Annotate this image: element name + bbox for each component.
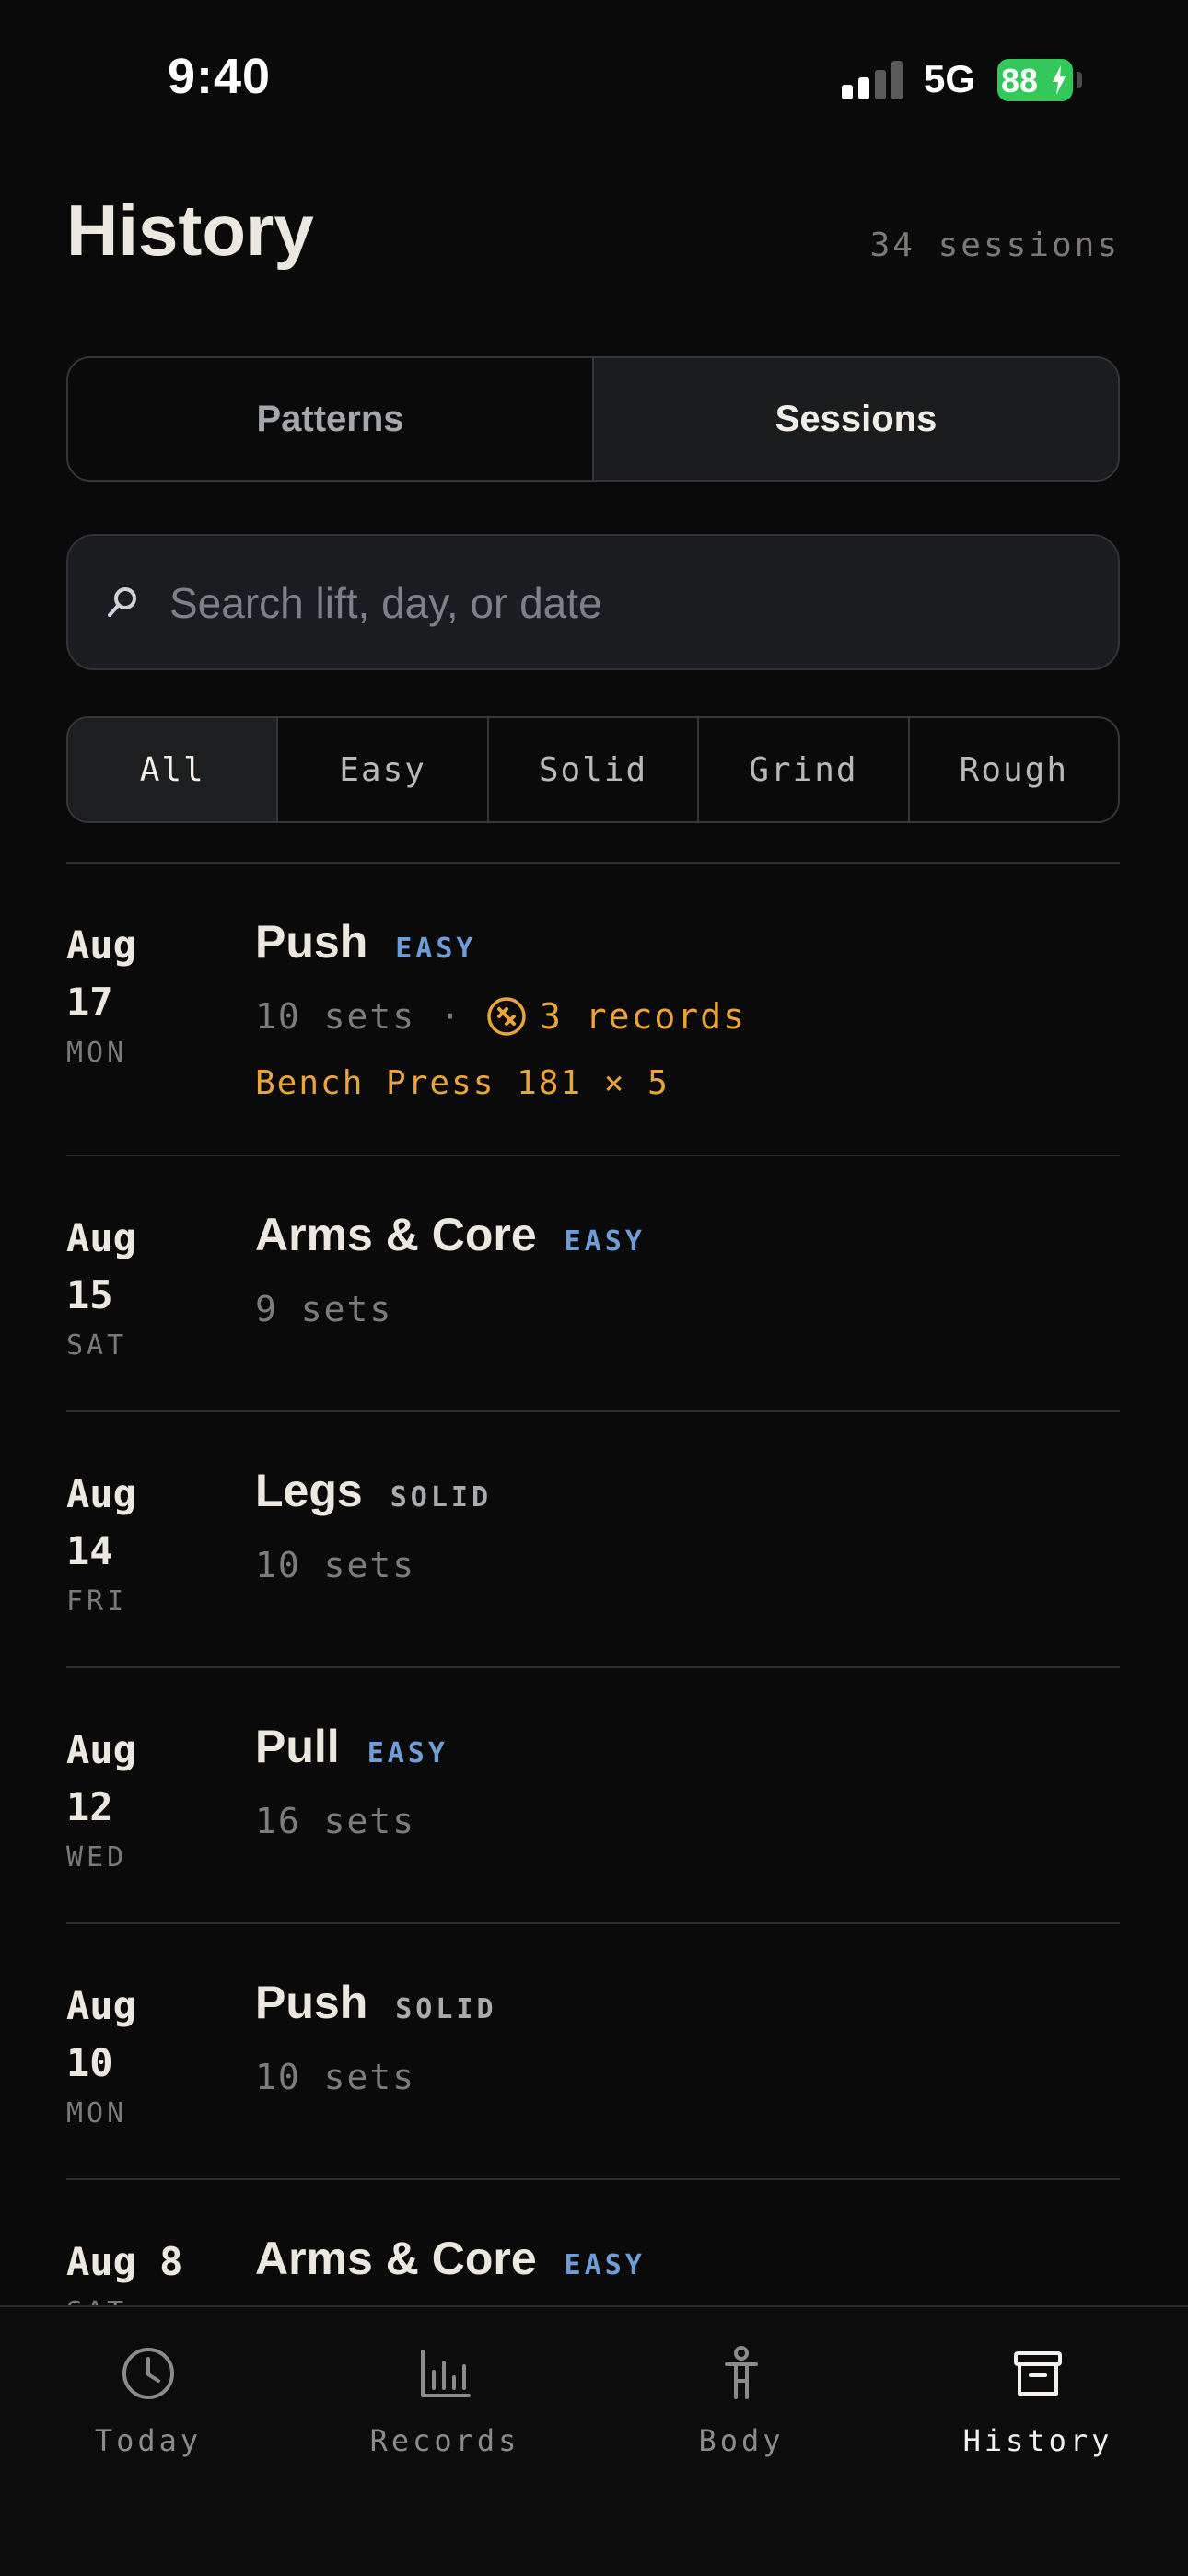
session-name: Push: [255, 1977, 368, 2028]
tab-label: Records: [369, 2423, 520, 2458]
page-title: History: [66, 190, 314, 271]
battery-icon: 88: [997, 59, 1073, 101]
session-date: Aug 14 FRI: [66, 1466, 168, 1618]
intensity-tag: EASY: [367, 1737, 448, 1770]
session-list: Aug 17 MON Push EASY 10 sets · 3 records…: [66, 862, 1120, 2434]
tab-label: Today: [94, 2423, 203, 2458]
session-row[interactable]: Aug 17 MON Push EASY 10 sets · 3 records…: [66, 864, 1120, 1155]
session-weekday: WED: [66, 1841, 128, 1874]
intensity-tag: EASY: [564, 1225, 646, 1258]
set-count: 10 sets: [255, 996, 416, 1037]
battery-level: 88: [1001, 62, 1039, 99]
session-month-day: Aug 10: [66, 1983, 136, 2085]
intensity-tag: EASY: [395, 933, 477, 965]
session-row[interactable]: Aug 15 SAT Arms & Core EASY 9 sets: [66, 1156, 1120, 1410]
filter-rough[interactable]: Rough: [907, 718, 1118, 821]
tab-label: History: [962, 2423, 1113, 2458]
session-count: 34 sessions: [869, 226, 1120, 264]
tab-label: Body: [698, 2423, 785, 2458]
body-icon: [725, 2346, 758, 2399]
session-body: Push SOLID 10 sets: [255, 1976, 497, 2097]
medal-icon: [487, 997, 526, 1036]
set-count: 10 sets: [255, 2057, 416, 2097]
session-name: Arms & Core: [255, 1209, 537, 1260]
set-count: 9 sets: [255, 1289, 393, 1329]
session-name: Legs: [255, 1465, 363, 1516]
session-date: Aug 12 WED: [66, 1722, 168, 1874]
status-bar: 9:40 5G 88: [0, 0, 1188, 138]
battery-tip: [1077, 72, 1082, 88]
records-count: 3 records: [540, 996, 746, 1037]
session-name: Pull: [255, 1721, 340, 1772]
search-input[interactable]: [168, 571, 1074, 635]
session-name: Push: [255, 916, 368, 968]
session-date: Aug 17 MON: [66, 917, 168, 1069]
record-highlight: Bench Press 181 × 5: [255, 1064, 670, 1102]
session-weekday: FRI: [66, 1585, 128, 1618]
session-month-day: Aug 15: [66, 1215, 136, 1317]
filter-all[interactable]: All: [68, 718, 277, 821]
tab-records[interactable]: Records: [297, 2307, 593, 2458]
segment-patterns[interactable]: Patterns: [68, 358, 592, 480]
meta-separator: ·: [439, 996, 463, 1037]
session-row[interactable]: Aug 12 WED Pull EASY 16 sets: [66, 1668, 1120, 1922]
set-count: 16 sets: [255, 1801, 416, 1841]
session-row[interactable]: Aug 14 FRI Legs SOLID 10 sets: [66, 1412, 1120, 1666]
search-icon: [108, 587, 136, 617]
charging-bolt-icon: [1053, 65, 1066, 95]
tab-bar: Today Records Body History: [0, 2305, 1188, 2576]
session-body: Pull EASY 16 sets: [255, 1720, 448, 1841]
filter-solid[interactable]: Solid: [486, 718, 697, 821]
session-weekday: MON: [66, 2097, 128, 2129]
session-date: Aug 15 SAT: [66, 1210, 168, 1362]
cellular-signal-icon: [842, 61, 904, 99]
session-body: Push EASY 10 sets · 3 records Bench Pres…: [255, 915, 746, 1102]
archive-icon: [1014, 2351, 1062, 2396]
filter-easy[interactable]: Easy: [276, 718, 486, 821]
session-weekday: MON: [66, 1037, 128, 1069]
session-month-day: Aug 17: [66, 922, 136, 1025]
tab-today[interactable]: Today: [0, 2307, 297, 2458]
session-body: Arms & Core EASY 9 sets: [255, 1208, 646, 1329]
session-month-day: Aug 8: [66, 2239, 183, 2284]
session-month-day: Aug 12: [66, 1727, 136, 1829]
intensity-filter: All Easy Solid Grind Rough: [66, 716, 1120, 823]
tab-history[interactable]: History: [890, 2307, 1186, 2458]
view-segmented-control: Patterns Sessions: [66, 356, 1120, 482]
filter-grind[interactable]: Grind: [697, 718, 907, 821]
intensity-tag: EASY: [564, 2249, 646, 2281]
records-summary: 3 records: [486, 996, 746, 1037]
set-count: 10 sets: [255, 1545, 416, 1585]
segment-sessions[interactable]: Sessions: [592, 358, 1118, 480]
clock-icon: [122, 2348, 174, 2399]
session-name: Arms & Core: [255, 2233, 537, 2284]
status-time: 9:40: [168, 49, 272, 104]
intensity-tag: SOLID: [395, 1993, 497, 2025]
tab-body[interactable]: Body: [593, 2307, 890, 2458]
search-box: [66, 534, 1120, 670]
session-weekday: SAT: [66, 1329, 128, 1362]
network-type: 5G: [924, 57, 976, 100]
session-date: Aug 10 MON: [66, 1978, 168, 2129]
intensity-tag: SOLID: [390, 1481, 493, 1514]
session-row[interactable]: Aug 10 MON Push SOLID 10 sets: [66, 1924, 1120, 2178]
bar-chart-icon: [421, 2350, 471, 2397]
session-body: Legs SOLID 10 sets: [255, 1464, 492, 1585]
session-body: Arms & Core EASY: [255, 2232, 646, 2285]
session-month-day: Aug 14: [66, 1471, 136, 1573]
